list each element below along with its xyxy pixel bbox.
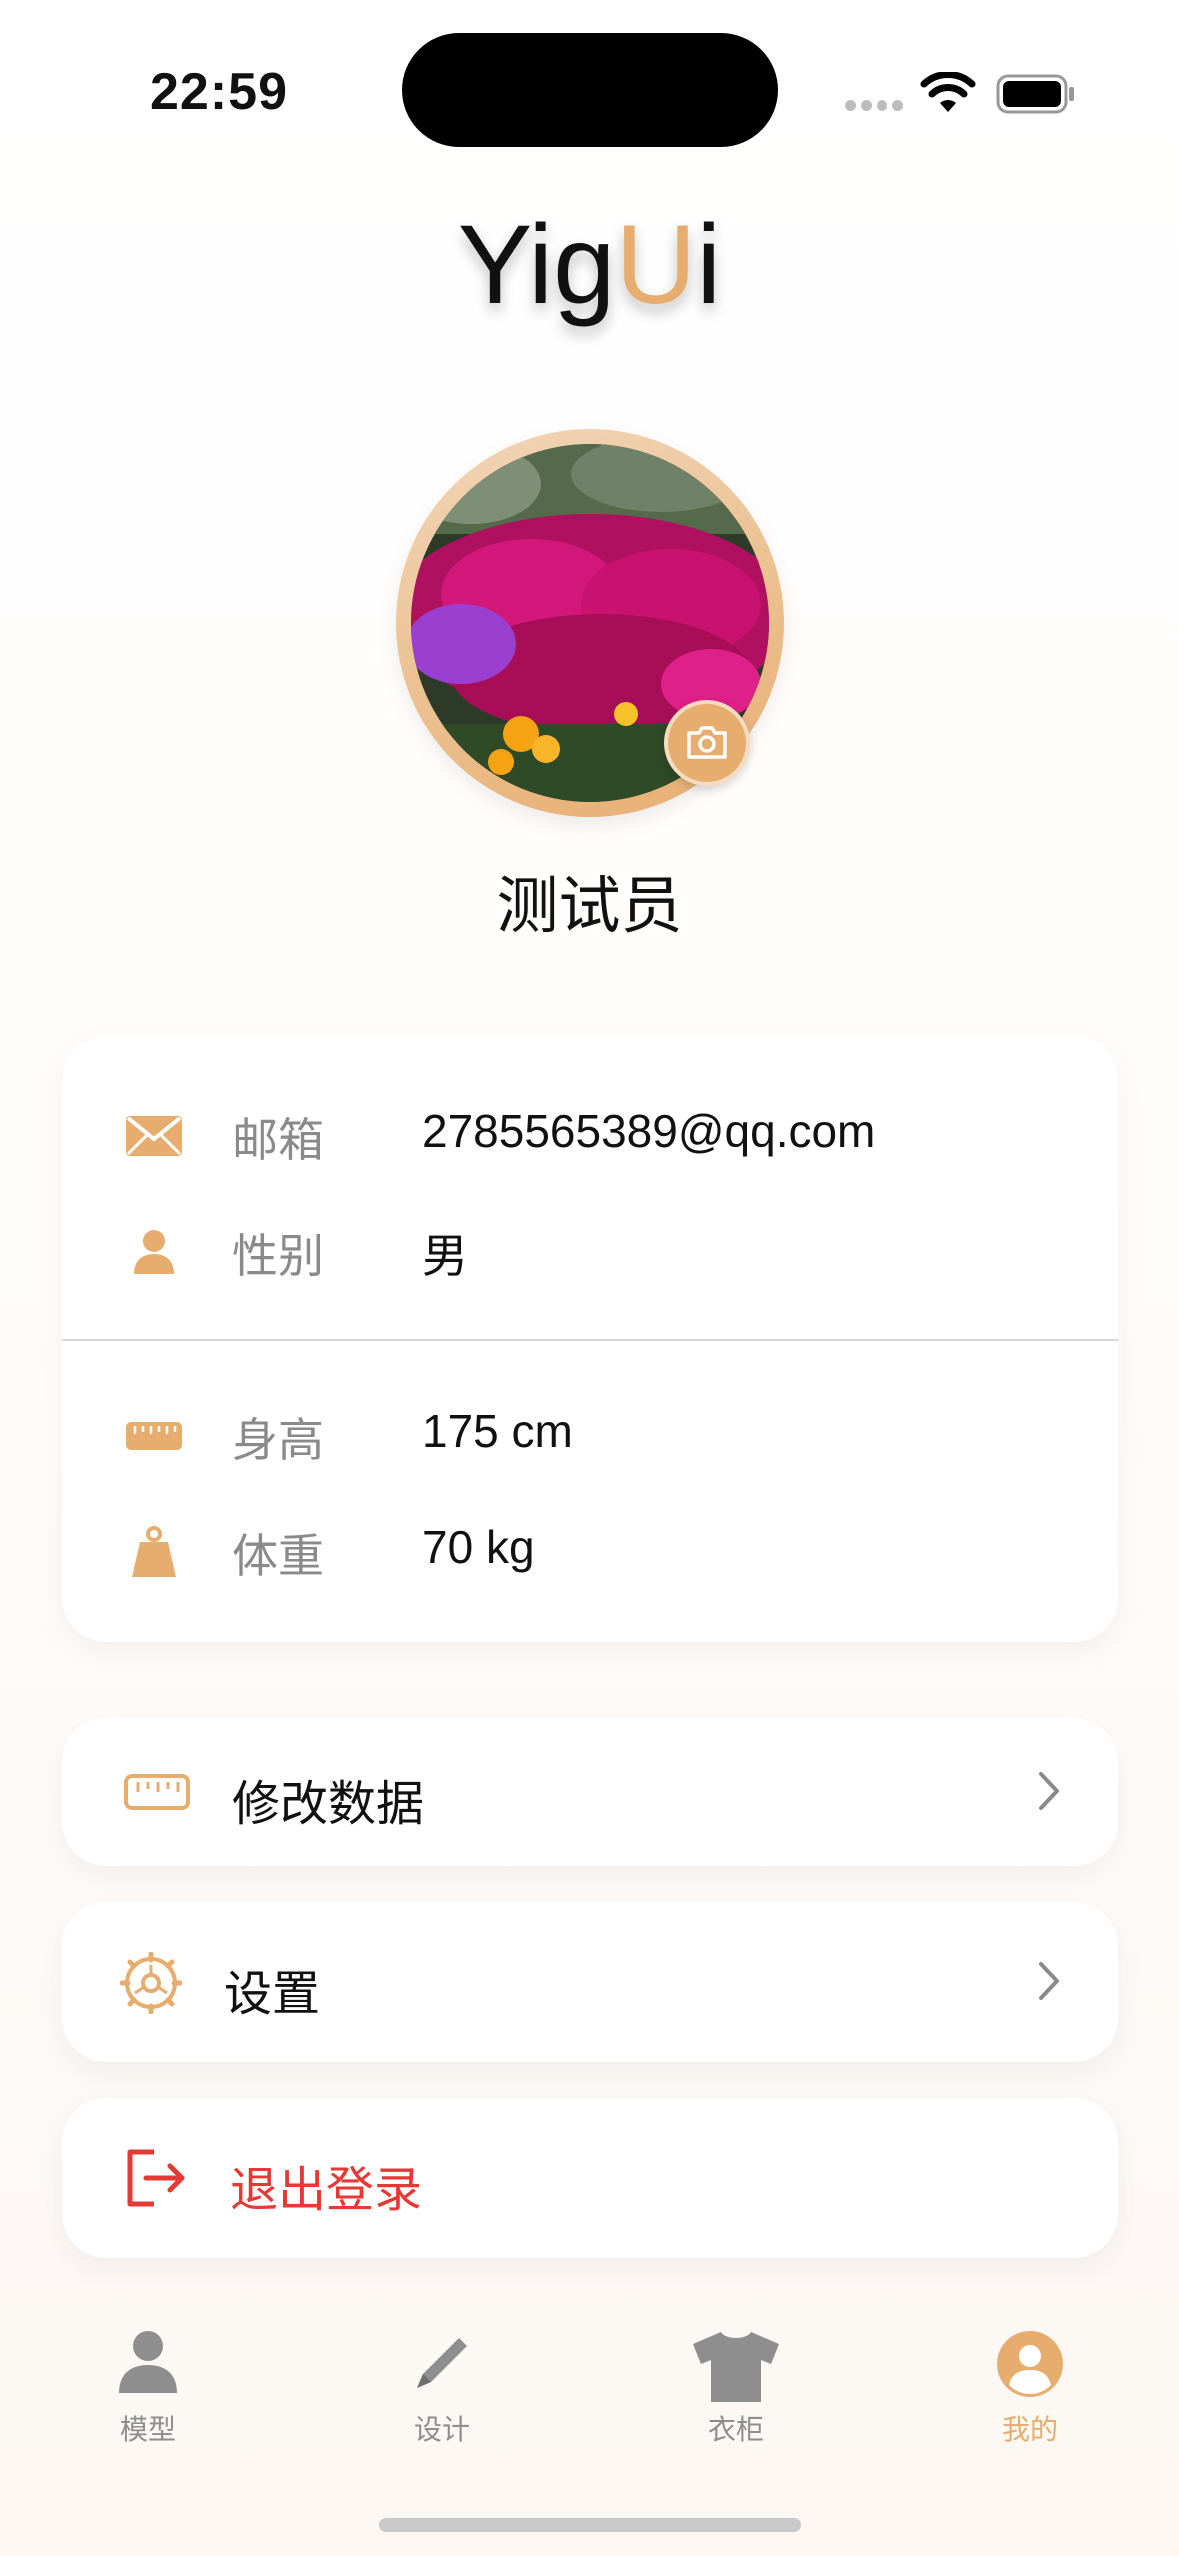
camera-icon: [687, 726, 727, 759]
profile-info-card: 邮箱 2785565389@qq.com 性别 男 身高 175 cm 体重 7…: [62, 1036, 1118, 1642]
profile-icon: [997, 2331, 1063, 2397]
logout-button[interactable]: 退出登录: [62, 2098, 1118, 2258]
height-value: 175 cm: [422, 1405, 573, 1457]
settings-button[interactable]: 设置: [62, 1902, 1118, 2062]
person-icon: [119, 2331, 177, 2393]
gender-value: 男: [422, 1230, 468, 1282]
battery-icon: [996, 74, 1074, 114]
settings-label: 设置: [224, 1966, 321, 2022]
weight-value: 70 kg: [422, 1521, 535, 1573]
logout-label: 退出登录: [230, 2162, 423, 2218]
tab-design-label: 设计: [413, 2413, 470, 2446]
tab-mine[interactable]: 我的: [930, 2330, 1130, 2448]
mail-icon: [124, 1106, 184, 1166]
gender-label: 性别: [232, 1229, 324, 1283]
weight-icon: [124, 1522, 184, 1582]
dynamic-island: [402, 33, 778, 147]
gear-icon: [120, 1952, 182, 2014]
pencil-icon: [417, 2338, 467, 2388]
home-indicator[interactable]: [379, 2518, 801, 2532]
weight-label: 体重: [232, 1529, 324, 1583]
signal-icon: [845, 100, 903, 112]
tab-wardrobe[interactable]: 衣柜: [636, 2330, 836, 2448]
chevron-right-icon: [1039, 1962, 1059, 2000]
logout-icon: [127, 2149, 185, 2207]
change-avatar-button[interactable]: [664, 700, 750, 786]
person-icon: [124, 1222, 184, 1282]
email-label: 邮箱: [232, 1113, 324, 1167]
tab-wardrobe-label: 衣柜: [707, 2413, 764, 2446]
ruler-icon: [124, 1774, 190, 1810]
ruler-icon: [124, 1406, 184, 1466]
status-time: 22:59: [150, 63, 288, 121]
info-divider: [62, 1339, 1118, 1341]
tab-mine-label: 我的: [1001, 2413, 1058, 2446]
tab-design[interactable]: 设计: [342, 2330, 542, 2448]
tshirt-icon: [693, 2332, 779, 2402]
edit-data-label: 修改数据: [232, 1776, 425, 1832]
edit-data-button[interactable]: 修改数据: [62, 1718, 1118, 1866]
username: 测试员: [496, 869, 683, 942]
wifi-icon: [920, 72, 976, 112]
email-value: 2785565389@qq.com: [422, 1105, 876, 1157]
tab-model-label: 模型: [119, 2413, 176, 2446]
app-logo: YigUi: [457, 202, 722, 327]
tab-model[interactable]: 模型: [48, 2330, 248, 2448]
chevron-right-icon: [1039, 1772, 1059, 1810]
height-label: 身高: [232, 1413, 324, 1467]
